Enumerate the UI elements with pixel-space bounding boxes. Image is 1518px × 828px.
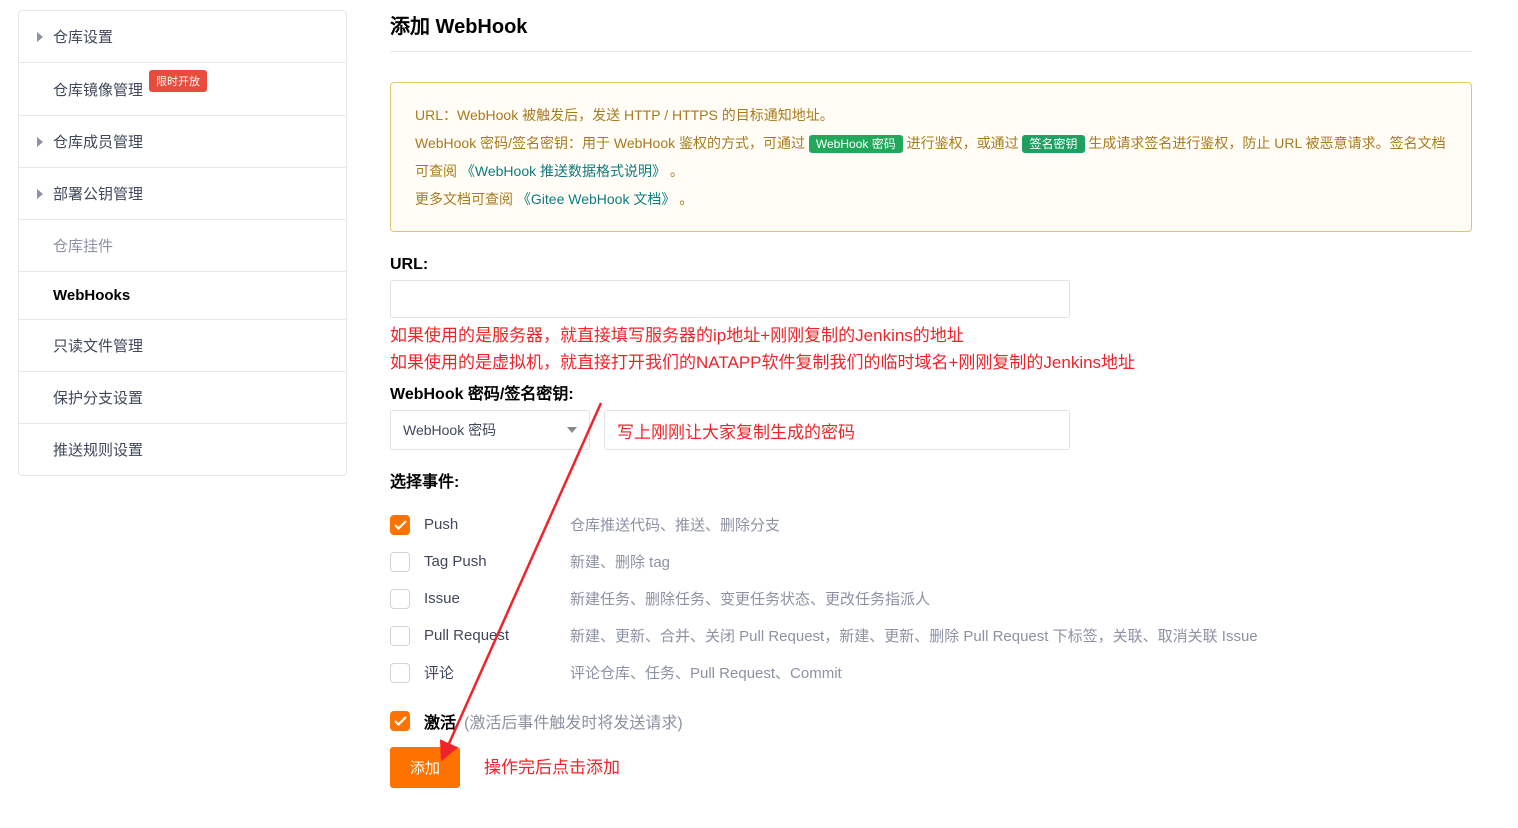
sidebar-item-readonly[interactable]: 只读文件管理 [19, 319, 346, 371]
event-name: Push [424, 516, 570, 533]
event-desc: 新建、删除 tag [570, 551, 670, 572]
url-input[interactable] [390, 280, 1070, 318]
sidebar-item-label: 仓库设置 [53, 26, 113, 47]
main-content: 添加 WebHook URL：WebHook 被触发后，发送 HTTP / HT… [366, 0, 1496, 828]
badge-limited: 限时开放 [149, 70, 207, 92]
activate-label: 激活 [424, 709, 456, 733]
sidebar-item-push-rules[interactable]: 推送规则设置 [19, 423, 346, 475]
link-webhook-format-doc[interactable]: 《WebHook 推送数据格式说明》 [461, 163, 666, 179]
event-name: 评论 [424, 662, 570, 683]
chevron-down-icon [567, 427, 577, 433]
event-desc: 新建、更新、合并、关闭 Pull Request，新建、更新、删除 Pull R… [570, 625, 1258, 646]
annotation-submit: 操作完后点击添加 [484, 754, 620, 781]
sidebar-item-label: 只读文件管理 [53, 335, 143, 356]
annotation-url-1: 如果使用的是服务器，就直接填写服务器的ip地址+刚刚复制的Jenkins的地址 [390, 322, 1472, 349]
add-button[interactable]: 添加 [390, 747, 460, 788]
activate-row: 激活 (激活后事件触发时将发送请求) [390, 709, 1472, 733]
events-section: 选择事件: Push 仓库推送代码、推送、删除分支 Tag Push 新建、删除… [390, 468, 1472, 691]
pill-webhook-password: WebHook 密码 [809, 135, 903, 153]
sidebar-item-label: WebHooks [53, 287, 130, 304]
chevron-right-icon [37, 32, 43, 42]
annotation-url-2: 如果使用的是虚拟机，就直接打开我们的NATAPP软件复制我们的临时域名+刚刚复制… [390, 349, 1472, 376]
event-name: Tag Push [424, 553, 570, 570]
url-label: URL: [390, 256, 1472, 274]
sidebar-item-repo-mirror[interactable]: 仓库镜像管理 限时开放 [19, 62, 346, 115]
event-row-pullrequest: Pull Request 新建、更新、合并、关闭 Pull Request，新建… [390, 617, 1472, 654]
event-row-tagpush: Tag Push 新建、删除 tag [390, 543, 1472, 580]
event-desc: 仓库推送代码、推送、删除分支 [570, 514, 780, 535]
event-name: Pull Request [424, 627, 570, 644]
pill-sign-key: 签名密钥 [1022, 135, 1084, 153]
sidebar-item-label: 保护分支设置 [53, 387, 143, 408]
sidebar-item-label: 仓库镜像管理 [53, 79, 143, 100]
sidebar-item-members[interactable]: 仓库成员管理 [19, 115, 346, 167]
checkbox-push[interactable] [390, 515, 410, 535]
info-box: URL：WebHook 被触发后，发送 HTTP / HTTPS 的目标通知地址… [390, 82, 1472, 232]
sidebar-item-deploy-keys[interactable]: 部署公钥管理 [19, 167, 346, 219]
event-name: Issue [424, 590, 570, 607]
chevron-right-icon [37, 137, 43, 147]
event-desc: 评论仓库、任务、Pull Request、Commit [570, 662, 842, 683]
secret-label: WebHook 密码/签名密钥: [390, 380, 1472, 404]
info-line-3: 更多文档可查阅 《Gitee WebHook 文档》 。 [415, 185, 1447, 213]
checkbox-comment[interactable] [390, 663, 410, 683]
sidebar-item-repo-settings[interactable]: 仓库设置 [19, 11, 346, 62]
sidebar-item-label: 部署公钥管理 [53, 183, 143, 204]
sidebar-item-label: 仓库成员管理 [53, 131, 143, 152]
divider [390, 51, 1472, 52]
sidebar-item-webhooks[interactable]: WebHooks [19, 271, 346, 319]
event-row-comment: 评论 评论仓库、任务、Pull Request、Commit [390, 654, 1472, 691]
activate-hint: (激活后事件触发时将发送请求) [464, 709, 683, 733]
sidebar-item-widgets[interactable]: 仓库挂件 [19, 219, 346, 271]
event-row-push: Push 仓库推送代码、推送、删除分支 [390, 506, 1472, 543]
info-line-1: URL：WebHook 被触发后，发送 HTTP / HTTPS 的目标通知地址… [415, 101, 1447, 129]
sidebar-item-label: 推送规则设置 [53, 439, 143, 460]
secret-input[interactable] [604, 410, 1070, 450]
chevron-right-icon [37, 189, 43, 199]
secret-type-value: WebHook 密码 [403, 420, 496, 440]
secret-type-select[interactable]: WebHook 密码 [390, 410, 590, 450]
event-row-issue: Issue 新建任务、删除任务、变更任务状态、更改任务指派人 [390, 580, 1472, 617]
checkbox-pullrequest[interactable] [390, 626, 410, 646]
checkbox-activate[interactable] [390, 711, 410, 731]
link-gitee-webhook-doc[interactable]: 《Gitee WebHook 文档》 [517, 191, 675, 207]
sidebar: 仓库设置 仓库镜像管理 限时开放 仓库成员管理 部署公钥管理 仓库挂件 WebH… [0, 0, 366, 828]
sidebar-item-label: 仓库挂件 [53, 235, 113, 256]
info-line-2: WebHook 密码/签名密钥：用于 WebHook 鉴权的方式，可通过 Web… [415, 129, 1447, 185]
sidebar-item-protected-branch[interactable]: 保护分支设置 [19, 371, 346, 423]
events-label: 选择事件: [390, 468, 1472, 492]
page-title: 添加 WebHook [390, 10, 1472, 39]
event-desc: 新建任务、删除任务、变更任务状态、更改任务指派人 [570, 588, 930, 609]
checkbox-tagpush[interactable] [390, 552, 410, 572]
checkbox-issue[interactable] [390, 589, 410, 609]
